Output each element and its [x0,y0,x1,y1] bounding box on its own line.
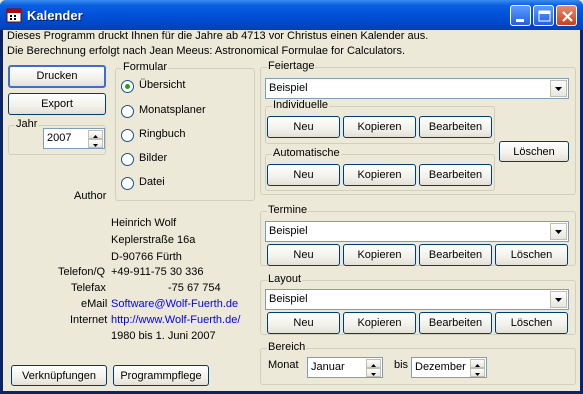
formular-radio-3[interactable] [121,129,134,142]
telefax-label: Telefax [71,282,106,294]
termine-bearbeiten-button[interactable]: Bearbeiten [419,244,492,266]
info-line-2: Die Berechnung erfolgt nach Jean Meeus: … [7,45,406,57]
monat-label: Monat [268,359,299,371]
minimize-icon [516,19,524,22]
internet-link[interactable]: http://www.Wolf-Fuerth.de/ [111,314,240,326]
monat-to-down-arrow-icon[interactable] [470,368,485,377]
author-name: Heinrich Wolf [111,217,177,229]
info-line-1: Dieses Programm druckt Ihnen für die Jah… [7,30,429,42]
close-button[interactable] [556,5,577,26]
jahr-up-arrow-icon[interactable] [88,130,103,139]
formular-option-label[interactable]: Monatsplaner [139,104,206,116]
author-street: Keplerstraße 16a [111,234,196,246]
layout-selected: Beispiel [269,293,308,305]
monat-to-up-arrow-icon[interactable] [470,359,485,368]
verknuepfungen-button[interactable]: Verknüpfungen [11,365,107,386]
formular-option-label[interactable]: Ringbuch [139,128,185,140]
formular-radio-4[interactable] [121,153,134,166]
individuelle-neu-button[interactable]: Neu [267,116,340,138]
layout-neu-button[interactable]: Neu [267,312,340,334]
monat-from-down-arrow-icon[interactable] [366,368,381,377]
layout-bearbeiten-button[interactable]: Bearbeiten [419,312,492,334]
drucken-button[interactable]: Drucken [8,65,106,88]
minimize-button[interactable] [510,5,531,26]
email-label: eMail [81,298,108,310]
termine-label: Termine [267,204,309,216]
chevron-down-icon[interactable] [550,223,567,240]
termine-neu-button[interactable]: Neu [267,244,340,266]
layout-select[interactable]: Beispiel [265,289,569,310]
automatische-neu-button[interactable]: Neu [267,164,340,186]
formular-radio-2[interactable] [121,105,134,118]
jahr-down-arrow-icon[interactable] [88,139,103,148]
automatische-label: Automatische [272,147,341,159]
chevron-down-icon[interactable] [550,80,567,97]
email-link[interactable]: Software@Wolf-Fuerth.de [111,298,238,310]
jahr-spinner[interactable]: 2007 [43,128,105,149]
author-city: D-90766 Fürth [111,251,182,263]
monat-from-spinner[interactable]: Januar [307,357,383,378]
formular-radio-5[interactable] [121,177,134,190]
formular-label: Formular [122,61,169,73]
individuelle-kopieren-button[interactable]: Kopieren [343,116,416,138]
close-icon [562,11,573,22]
author-heading: Author [74,190,107,202]
feiertage-select[interactable]: Beispiel [265,78,569,99]
layout-loeschen-button[interactable]: Löschen [495,312,568,334]
client-area: Dieses Programm druckt Ihnen für die Jah… [3,30,580,391]
formular-option-label[interactable]: Bilder [139,152,167,164]
monat-to-value: Dezember [415,361,466,373]
bereich-label: Bereich [267,341,307,353]
individuelle-bearbeiten-button[interactable]: Bearbeiten [419,116,492,138]
monat-to-spinner[interactable]: Dezember [411,357,487,378]
programmpflege-button[interactable]: Programmpflege [113,365,209,386]
automatische-bearbeiten-button[interactable]: Bearbeiten [419,164,492,186]
feiertage-loeschen-button[interactable]: Löschen [499,141,569,162]
maximize-button[interactable] [533,5,554,26]
termine-selected: Beispiel [269,225,308,237]
layout-label: Layout [267,273,303,285]
bis-label: bis [394,359,409,371]
feiertage-label: Feiertage [267,60,316,72]
maximize-icon [538,10,551,22]
automatische-kopieren-button[interactable]: Kopieren [343,164,416,186]
window: Kalender Dieses Programm druckt Ihnen fü… [0,0,583,394]
termine-select[interactable]: Beispiel [265,221,569,242]
formular-option-label[interactable]: Datei [139,176,165,188]
calendar-app-icon [6,8,22,23]
layout-kopieren-button[interactable]: Kopieren [343,312,416,334]
jahr-label: Jahr [15,118,39,130]
termine-loeschen-button[interactable]: Löschen [495,244,568,266]
jahr-value: 2007 [47,132,72,144]
export-button[interactable]: Export [8,93,106,115]
title-bar[interactable]: Kalender [0,0,583,30]
individuelle-label: Individuelle [272,99,330,111]
termine-kopieren-button[interactable]: Kopieren [343,244,416,266]
telefon-label: Telefon/Q [58,266,106,278]
chevron-down-icon[interactable] [550,291,567,308]
telefax-value: -75 67 754 [168,282,221,294]
author-years: 1980 bis 1. Juni 2007 [111,330,216,342]
monat-from-value: Januar [311,361,345,373]
formular-radio-1[interactable] [121,80,134,93]
monat-from-up-arrow-icon[interactable] [366,359,381,368]
feiertage-selected: Beispiel [269,82,308,94]
window-title: Kalender [27,8,83,23]
telefon-value: +49-911-75 30 336 [111,266,204,278]
formular-option-label[interactable]: Übersicht [139,79,185,91]
internet-label: Internet [70,314,108,326]
